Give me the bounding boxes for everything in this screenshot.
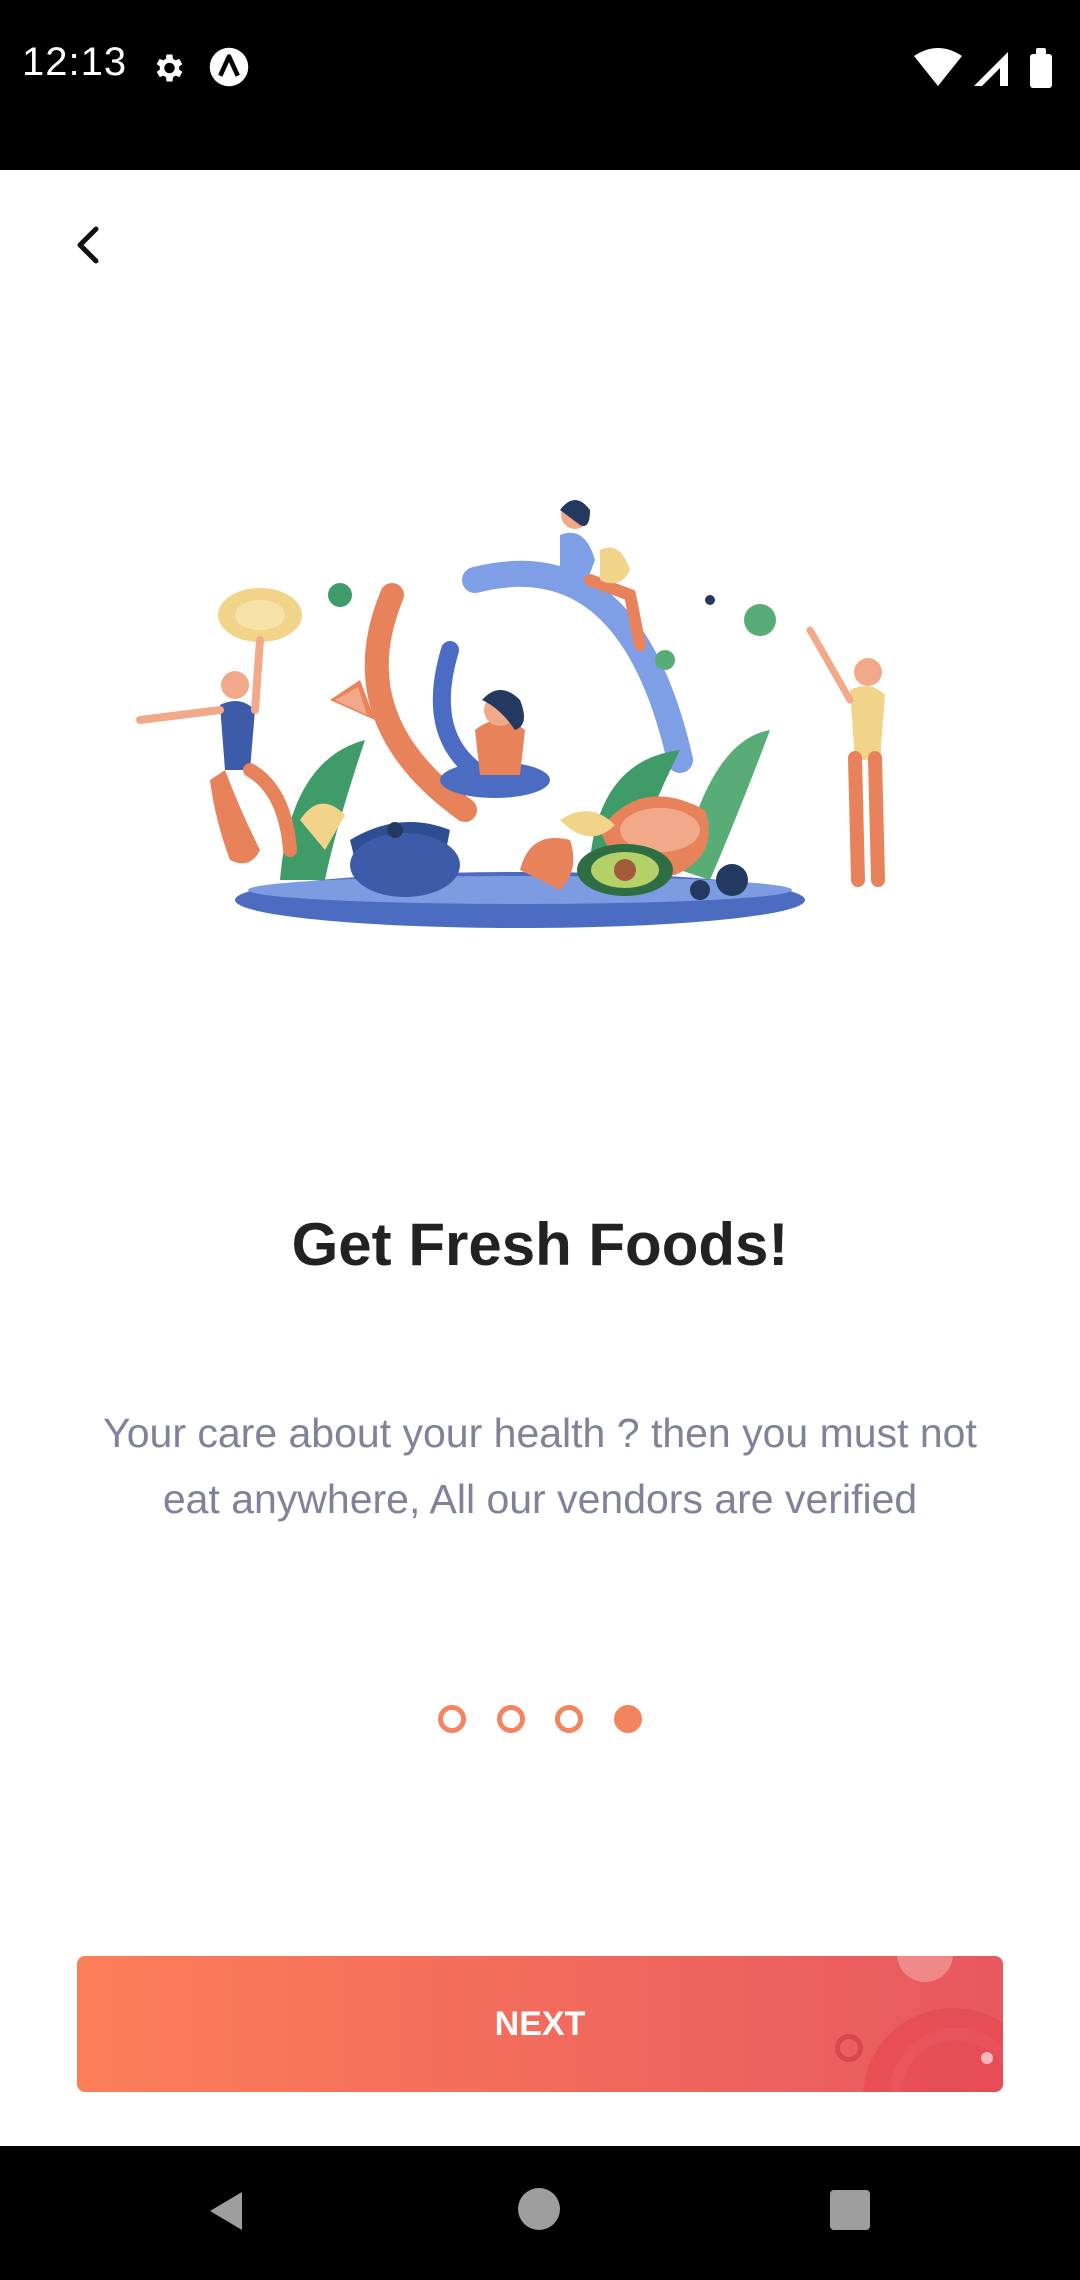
- status-bar: 12:13: [0, 0, 1080, 170]
- battery-icon: [1030, 54, 1052, 88]
- app-icon: [209, 47, 249, 87]
- next-button-label: NEXT: [494, 2004, 586, 2043]
- page-title: Get Fresh Foods!: [291, 1211, 789, 1278]
- gear-icon: [156, 54, 183, 82]
- page-indicator-dot-active: [613, 1705, 642, 1733]
- nav-recents-icon[interactable]: [830, 2190, 870, 2230]
- back-arrow-icon[interactable]: [60, 215, 120, 275]
- page-indicator-dot: [496, 1705, 525, 1733]
- page-description: Your care about your health ? then you m…: [103, 1410, 977, 1522]
- page-indicator-dot: [438, 1705, 467, 1733]
- device-frame: 12:13 Get Fresh Foods! Your care about y…: [0, 0, 1080, 2280]
- onboarding-screen: Get Fresh Foods! Your care about your he…: [0, 170, 1080, 2146]
- nav-home-icon[interactable]: [518, 2188, 560, 2230]
- nav-back-icon[interactable]: [204, 2188, 248, 2234]
- page-indicator-dot: [555, 1705, 584, 1733]
- status-icons: [914, 48, 1052, 88]
- fresh-food-illustration: [136, 500, 885, 928]
- status-time: 12:13: [22, 40, 128, 84]
- page-indicator: [0, 1705, 1080, 1738]
- next-button[interactable]: NEXT: [77, 1956, 1003, 2092]
- navigation-bar: [0, 2146, 1080, 2280]
- wifi-icon: [914, 48, 962, 86]
